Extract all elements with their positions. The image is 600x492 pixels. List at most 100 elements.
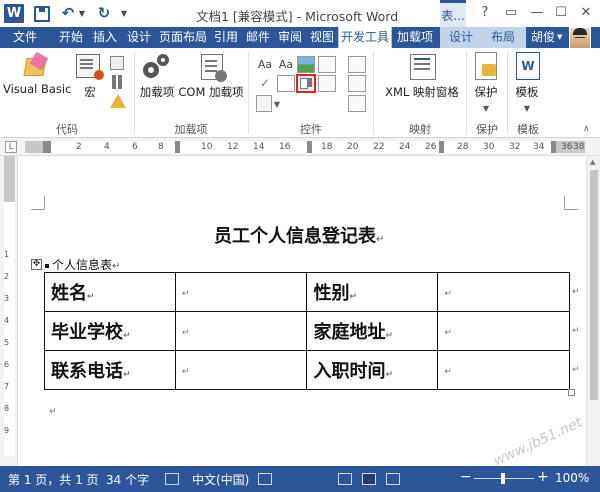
tab-design[interactable]: 设计: [123, 27, 155, 48]
zoom-slider-thumb[interactable]: [501, 473, 505, 484]
document-title[interactable]: 员工个人信息登记表↵: [214, 222, 384, 248]
paragraph-mark: ↵: [112, 261, 121, 272]
design-mode-icon[interactable]: [348, 56, 366, 73]
table-cell[interactable]: ↵: [174, 311, 308, 351]
tab-insert[interactable]: 插入: [89, 27, 121, 48]
addins-button[interactable]: 加载项: [138, 52, 176, 100]
ribbon-display-options-button[interactable]: ▭: [500, 3, 522, 23]
table-cell[interactable]: 入职时间↵: [306, 350, 439, 390]
chevron-down-icon: ▼: [523, 104, 531, 113]
user-menu-chevron-icon[interactable]: ▼: [557, 27, 562, 48]
picture-content-control-icon[interactable]: [297, 56, 315, 73]
xml-mapping-pane-button[interactable]: XML 映射窗格: [382, 52, 462, 100]
dropdown-list-control-icon[interactable]: [296, 74, 316, 93]
redo-icon[interactable]: ↻: [96, 4, 112, 22]
zoom-in-button[interactable]: +: [537, 469, 549, 485]
caption-text: 个人信息表: [52, 258, 113, 272]
scrollbar-thumb[interactable]: [590, 170, 598, 400]
collapse-ribbon-icon[interactable]: ∧: [583, 124, 590, 134]
avatar[interactable]: [569, 27, 591, 49]
ruler-track: 2 4 6 8 10 12 14 16 18 20 22 24 26 28 30…: [25, 141, 585, 153]
table-cell[interactable]: ↵: [437, 272, 570, 312]
tab-page-layout[interactable]: 页面布局: [157, 27, 209, 48]
page-count[interactable]: 第 1 页，共 1 页: [8, 471, 99, 488]
macro-security-icon[interactable]: [110, 94, 126, 108]
table-cell[interactable]: 联系电话↵: [44, 350, 176, 390]
properties-icon[interactable]: [348, 75, 366, 92]
help-button[interactable]: ?: [474, 3, 496, 23]
maximize-button[interactable]: ☐: [550, 3, 572, 23]
building-block-control-icon[interactable]: [318, 56, 336, 73]
column-marker[interactable]: [307, 141, 312, 153]
read-mode-icon[interactable]: [338, 473, 352, 485]
word-count[interactable]: 34 个字: [106, 471, 149, 488]
language-indicator[interactable]: 中文(中国): [192, 471, 249, 488]
close-button[interactable]: ✕: [575, 3, 597, 23]
first-line-indent-marker[interactable]: [43, 141, 51, 153]
right-indent-marker[interactable]: [551, 141, 556, 153]
checkbox-content-control-icon[interactable]: [256, 75, 274, 92]
macro-record-icon[interactable]: [258, 473, 272, 485]
zoom-level[interactable]: 100%: [555, 471, 589, 485]
zoom-out-button[interactable]: −: [460, 469, 472, 485]
table-cell[interactable]: 毕业学校↵: [44, 311, 176, 351]
ruler-number: 16: [279, 142, 291, 152]
print-layout-icon[interactable]: [362, 473, 376, 485]
visual-basic-button[interactable]: Visual Basic: [3, 52, 71, 96]
proofing-icon[interactable]: [165, 473, 179, 485]
column-marker[interactable]: [175, 141, 180, 153]
table-cell[interactable]: ↵: [174, 350, 308, 390]
cell-end-mark: ↵: [385, 370, 394, 380]
table-cell[interactable]: 家庭地址↵: [306, 311, 439, 351]
group-icon[interactable]: [348, 95, 366, 112]
tab-table-design[interactable]: 设计: [442, 27, 480, 48]
qat-customize-icon[interactable]: ▼: [118, 4, 130, 22]
table-cell[interactable]: ↵: [437, 311, 570, 351]
undo-icon[interactable]: ↶: [60, 4, 76, 22]
protect-button[interactable]: 保护 ▼: [472, 52, 500, 114]
tab-view[interactable]: 视图: [307, 27, 337, 48]
paragraph-mark[interactable]: ↵: [49, 407, 57, 417]
table-cell[interactable]: 姓名↵: [44, 272, 176, 312]
column-marker[interactable]: [439, 141, 444, 153]
undo-dropdown-icon[interactable]: ▼: [78, 4, 86, 22]
info-table: 姓名↵ ↵ 性别↵ ↵ 毕业学校↵ ↵ 家庭地址↵ ↵ 联系电话↵ ↵ 入职时间…: [44, 272, 570, 390]
tab-developer[interactable]: 开发工具: [338, 27, 392, 48]
record-macro-icon[interactable]: [110, 56, 124, 70]
user-name[interactable]: 胡俊: [531, 27, 555, 48]
tab-review[interactable]: 审阅: [275, 27, 305, 48]
combo-box-control-icon[interactable]: [277, 75, 295, 92]
com-addins-button[interactable]: COM 加载项: [178, 52, 244, 100]
date-picker-control-icon[interactable]: [318, 75, 336, 92]
vruler-number: 2: [4, 272, 10, 281]
tab-references[interactable]: 引用: [211, 27, 241, 48]
word-app-icon[interactable]: W: [4, 4, 24, 23]
macro-button[interactable]: 宏: [74, 52, 106, 100]
tab-table-layout[interactable]: 布局: [484, 27, 522, 48]
table-caption[interactable]: 个人信息表↵: [45, 256, 120, 273]
plain-text-content-control[interactable]: Aa: [277, 56, 295, 73]
table-cell[interactable]: ↵: [437, 350, 570, 390]
legacy-tools-chevron-icon[interactable]: ▼: [273, 95, 281, 112]
table-cell[interactable]: 性别↵: [306, 272, 439, 312]
template-button[interactable]: 模板 ▼: [513, 52, 541, 114]
table-move-handle-icon[interactable]: ✥: [31, 259, 42, 270]
web-layout-icon[interactable]: [386, 473, 400, 485]
tab-mailings[interactable]: 邮件: [243, 27, 273, 48]
group-label-protect: 保护: [476, 123, 498, 136]
repeating-section-control-icon[interactable]: [256, 95, 272, 112]
table-cell[interactable]: ↵: [174, 272, 308, 312]
vruler-number: 3: [4, 294, 10, 303]
tab-addins[interactable]: 加载项: [394, 27, 436, 48]
scroll-up-icon[interactable]: ▲: [590, 158, 595, 166]
vertical-scrollbar[interactable]: ▲: [586, 156, 600, 466]
minimize-button[interactable]: —: [526, 3, 548, 23]
pause-recording-icon[interactable]: [112, 75, 122, 89]
document-page[interactable]: 员工个人信息登记表↵ ✥ 个人信息表↵ 姓名↵ ↵ 性别↵ ↵ 毕业学校↵ ↵ …: [19, 156, 586, 466]
rich-text-content-control[interactable]: Aa: [256, 56, 274, 73]
tab-selector[interactable]: L: [5, 141, 17, 153]
tab-home[interactable]: 开始: [55, 27, 87, 48]
save-icon[interactable]: [34, 6, 50, 22]
tab-file[interactable]: 文件: [0, 27, 50, 48]
table-resize-handle[interactable]: [568, 389, 575, 396]
